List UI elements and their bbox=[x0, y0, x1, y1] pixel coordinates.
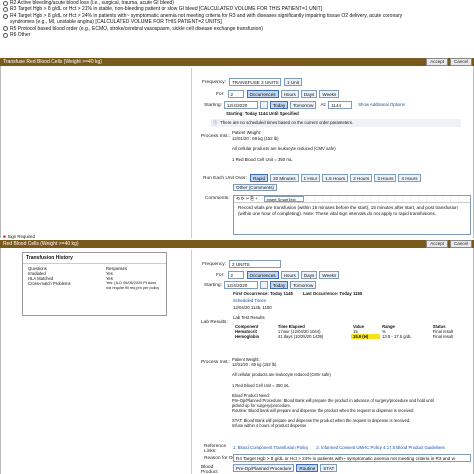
frequency-label: Frequency: bbox=[202, 261, 226, 267]
tomorrow-button[interactable]: Tomorrow bbox=[290, 281, 317, 289]
radio-icon[interactable] bbox=[3, 26, 8, 32]
for-label: For: bbox=[216, 91, 225, 97]
run-each-unit-label: Run Each Unit Over: bbox=[203, 175, 247, 181]
reference-links-label: Reference Links: bbox=[204, 444, 227, 454]
history-question: Cross-match Problems bbox=[28, 281, 71, 286]
radio-icon[interactable] bbox=[3, 13, 8, 19]
lab-cell: Final result bbox=[432, 333, 454, 339]
lab-results-label: Lab Results: bbox=[201, 320, 228, 325]
stat-button[interactable]: STAT bbox=[320, 464, 338, 472]
process-line: Infuse within 4 hours of product dispens… bbox=[232, 422, 307, 428]
cancel-button[interactable]: Cancel bbox=[449, 58, 472, 66]
tomorrow-button[interactable]: Tomorrow bbox=[290, 101, 317, 109]
reason-input[interactable]: R4 Target Hgb > 8 g/dL or Hct > 24% in p… bbox=[233, 454, 471, 462]
cancel-button[interactable]: Cancel bbox=[449, 240, 472, 248]
frequency-input[interactable]: 2 UNITS bbox=[229, 260, 281, 268]
scheduled-times-toggle[interactable]: Scheduled Times bbox=[233, 298, 266, 304]
for-input[interactable]: 2 bbox=[227, 271, 244, 279]
section-header: Red Blood Cells (Weight >=40 kg) Accept … bbox=[0, 240, 474, 248]
1-5-hours-button[interactable]: 1.5 Hours bbox=[322, 174, 349, 182]
for-label: For: bbox=[216, 272, 225, 278]
first-occurrence: First Occurrence: Today 1145 bbox=[233, 291, 293, 296]
today-button[interactable]: Today bbox=[269, 281, 289, 289]
order-section-2: Red Blood Cells (Weight >=40 kg) Accept … bbox=[0, 240, 474, 474]
today-button[interactable]: Today bbox=[269, 101, 289, 109]
lab-results-title: Lab Test Results bbox=[233, 315, 265, 320]
days-button[interactable]: Days bbox=[300, 90, 318, 98]
reference-link-1[interactable]: 1. Blood Component Transfusion Policy bbox=[233, 445, 308, 451]
occurrences-button[interactable]: Occurrences bbox=[246, 271, 279, 279]
pre-op-planned-button[interactable]: Pre-Op/Planned Procedure bbox=[233, 464, 295, 472]
radio-icon[interactable] bbox=[3, 7, 8, 13]
lab-cell: Hemoglobin bbox=[235, 333, 260, 339]
weeks-button[interactable]: Weeks bbox=[319, 90, 340, 98]
smarttext-input[interactable]: Insert SmartText bbox=[263, 196, 304, 202]
2-hours-button[interactable]: 2 Hours bbox=[350, 174, 373, 182]
comments-label: Comments: bbox=[205, 196, 230, 201]
frequency-label: Frequency: bbox=[202, 79, 226, 85]
at-label: At: bbox=[320, 102, 327, 108]
3-hours-button[interactable]: 3 Hours bbox=[374, 174, 397, 182]
reason-options: R2 Active bleeding/acute blood loss (i.e… bbox=[3, 0, 471, 38]
comments-text[interactable]: Record vitals pre transfusion (within 15… bbox=[234, 203, 470, 218]
for-input[interactable]: 2 bbox=[227, 90, 244, 98]
starting-date-input[interactable]: 12/4/2020 bbox=[223, 281, 258, 289]
weeks-button[interactable]: Weeks bbox=[319, 271, 340, 279]
transfusion-history-panel: Transfusion History Questions Responses I… bbox=[22, 252, 167, 316]
order-section-1: Transfuse Red Blood Cells (Weight >=40 k… bbox=[0, 58, 474, 238]
rapid-button[interactable]: Rapid bbox=[250, 174, 269, 182]
warning-icon: ■ bbox=[3, 234, 6, 239]
calendar-icon[interactable] bbox=[259, 281, 268, 289]
info-icon: ⓘ bbox=[213, 120, 218, 125]
starting-label: Starting: bbox=[204, 282, 222, 288]
reference-link-2[interactable]: 2. Informed Consent UMHC Policy 4.17.5 B… bbox=[316, 445, 445, 451]
frequency-input[interactable]: TRANSFUSE 2 UNITS bbox=[229, 78, 281, 86]
occurrences-button[interactable]: Occurrences bbox=[246, 90, 279, 98]
radio-icon[interactable] bbox=[3, 0, 8, 6]
accept-button[interactable]: Accept bbox=[426, 58, 448, 66]
show-additional-options-link[interactable]: Show Additional Options bbox=[358, 102, 405, 108]
section-header: Transfuse Red Blood Cells (Weight >=40 k… bbox=[0, 58, 474, 66]
one-unit-button[interactable]: 1 Unit bbox=[284, 78, 303, 86]
hours-button[interactable]: Hours bbox=[280, 90, 299, 98]
process-line: 1 Red Blood Cell Unit = 350 mL bbox=[232, 156, 293, 162]
scheduled-times-value: 12/04/20 1145, 1150 bbox=[233, 305, 272, 310]
process-label: Process Inst.: bbox=[201, 134, 231, 139]
sign-required-text: Sign Required bbox=[7, 234, 35, 239]
process-instructions: Patient Weight: 12/01/20 : 69 kg (152 lb… bbox=[232, 130, 462, 162]
toolbar-icons[interactable]: ⟲ ⟳ ✂ ⎘ + bbox=[236, 196, 258, 202]
1-hour-button[interactable]: 1 Hour bbox=[300, 174, 321, 182]
30-minutes-button[interactable]: 30 Minutes bbox=[270, 174, 299, 182]
routine-button[interactable]: Routine bbox=[296, 464, 319, 472]
schedule-warning: There are no scheduled times based on th… bbox=[220, 120, 354, 125]
lab-cell-abnormal: 15.9 (H) bbox=[350, 333, 381, 339]
hours-button[interactable]: Hours bbox=[280, 271, 299, 279]
option-r6[interactable]: R6 Other bbox=[3, 32, 471, 38]
starting-label: Starting: bbox=[204, 102, 222, 108]
last-occurrence: Last Occurrence: Today 1150 bbox=[302, 291, 363, 296]
lab-row: Hemoglobin 41 days (10/25/20 1439) 15.9 … bbox=[233, 333, 468, 339]
section-title: Transfuse Red Blood Cells (Weight >=40 k… bbox=[3, 59, 102, 65]
days-button[interactable]: Days bbox=[300, 271, 318, 279]
comments-box[interactable]: ⟲ ⟳ ✂ ⎘ + Insert SmartText Record vitals… bbox=[233, 195, 471, 235]
at-time-input[interactable]: 1144 bbox=[328, 101, 353, 109]
radio-icon[interactable] bbox=[3, 32, 8, 38]
starting-date-input[interactable]: 12/4/2020 bbox=[223, 101, 258, 109]
4-hours-button[interactable]: 4 Hours bbox=[398, 174, 421, 182]
accept-button[interactable]: Accept bbox=[426, 240, 448, 248]
transfusion-history-title: Transfusion History bbox=[23, 253, 166, 264]
sign-required-status: ■ Sign Required bbox=[3, 234, 35, 240]
lab-cell: 41 days (10/25/20 1439) bbox=[277, 333, 324, 339]
history-response: Yes: (A-D 06/05/2020 Pt does not require… bbox=[106, 281, 160, 290]
calendar-icon[interactable] bbox=[259, 101, 268, 109]
lab-cell: 13.5 - 17.5 g/dL bbox=[382, 333, 412, 339]
blood-product-need-label: Blood Product Need: bbox=[201, 465, 218, 474]
section-title: Red Blood Cells (Weight >=40 kg) bbox=[3, 241, 79, 247]
lab-results-panel: Lab Test Results Component Time Elapsed … bbox=[233, 315, 468, 339]
other-comments-button[interactable]: Other (Comments) bbox=[233, 184, 278, 191]
starting-summary: Starting: Today 1144 Until Specified bbox=[226, 111, 299, 116]
process-instructions: Patient Weight: 12/01/20 : 69 kg (152 lb… bbox=[232, 357, 470, 428]
process-label: Process Inst.: bbox=[201, 360, 231, 365]
